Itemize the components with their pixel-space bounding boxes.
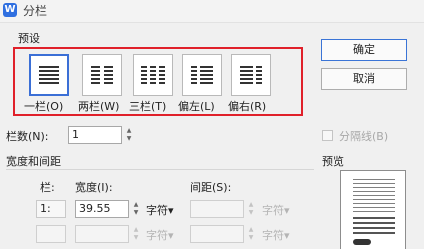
- width-unit-dropdown-2[interactable]: 字符▾: [146, 227, 174, 243]
- spacing-header: 间距(S):: [190, 181, 232, 194]
- preset-three-columns-button[interactable]: [133, 54, 173, 96]
- preset-three-columns-label: 三栏(T): [129, 100, 167, 113]
- spacing-unit-dropdown-2[interactable]: 字符▾: [262, 227, 290, 243]
- separator-line-label: 分隔线(B): [339, 130, 389, 143]
- preset-right-button[interactable]: [231, 54, 271, 96]
- right-column-icon: [240, 66, 262, 84]
- preset-two-columns-label: 两栏(W): [78, 100, 120, 113]
- preset-one-column-button[interactable]: [29, 54, 69, 96]
- width-spacing-group-label: 宽度和间距: [6, 155, 61, 168]
- spacing-stepper-2[interactable]: ▲ ▼: [245, 226, 257, 242]
- column-header: 栏:: [40, 181, 55, 194]
- preset-one-column-label: 一栏(O): [24, 100, 64, 113]
- width-header: 宽度(I):: [75, 181, 113, 194]
- two-columns-icon: [91, 66, 113, 84]
- width-stepper[interactable]: ▲ ▼: [130, 201, 142, 217]
- section-divider: [6, 169, 314, 170]
- title-bar: W 分栏: [0, 0, 424, 23]
- width-stepper-2[interactable]: ▲ ▼: [130, 226, 142, 242]
- preset-right-label: 偏右(R): [228, 100, 267, 113]
- separator-line-checkbox[interactable]: [322, 130, 333, 141]
- preset-two-columns-button[interactable]: [82, 54, 122, 96]
- preset-left-label: 偏左(L): [178, 100, 215, 113]
- width-input-2[interactable]: [75, 225, 129, 243]
- ok-button[interactable]: 确定: [321, 39, 407, 61]
- spacing-input-2[interactable]: [190, 225, 244, 243]
- width-unit-dropdown[interactable]: 字符▾: [146, 202, 174, 218]
- cancel-button[interactable]: 取消: [321, 68, 407, 90]
- spacing-unit-dropdown[interactable]: 字符▾: [262, 202, 290, 218]
- window-title: 分栏: [23, 4, 48, 18]
- preview-page: [340, 170, 406, 249]
- one-column-icon: [39, 66, 59, 84]
- spacing-stepper[interactable]: ▲ ▼: [245, 201, 257, 217]
- width-input[interactable]: 39.55: [75, 200, 129, 218]
- spacing-input[interactable]: [190, 200, 244, 218]
- app-logo-icon: W: [3, 3, 17, 17]
- column-number-field: 1:: [36, 200, 66, 218]
- columns-count-label: 栏数(N):: [6, 130, 49, 143]
- preset-left-button[interactable]: [182, 54, 222, 96]
- column-number-field-2: [36, 225, 66, 243]
- preview-label: 预览: [322, 155, 344, 168]
- columns-count-input[interactable]: 1: [68, 126, 122, 144]
- left-column-icon: [191, 66, 213, 84]
- presets-group-label: 预设: [18, 32, 40, 45]
- three-columns-icon: [141, 66, 165, 84]
- columns-count-stepper[interactable]: ▲ ▼: [123, 127, 135, 143]
